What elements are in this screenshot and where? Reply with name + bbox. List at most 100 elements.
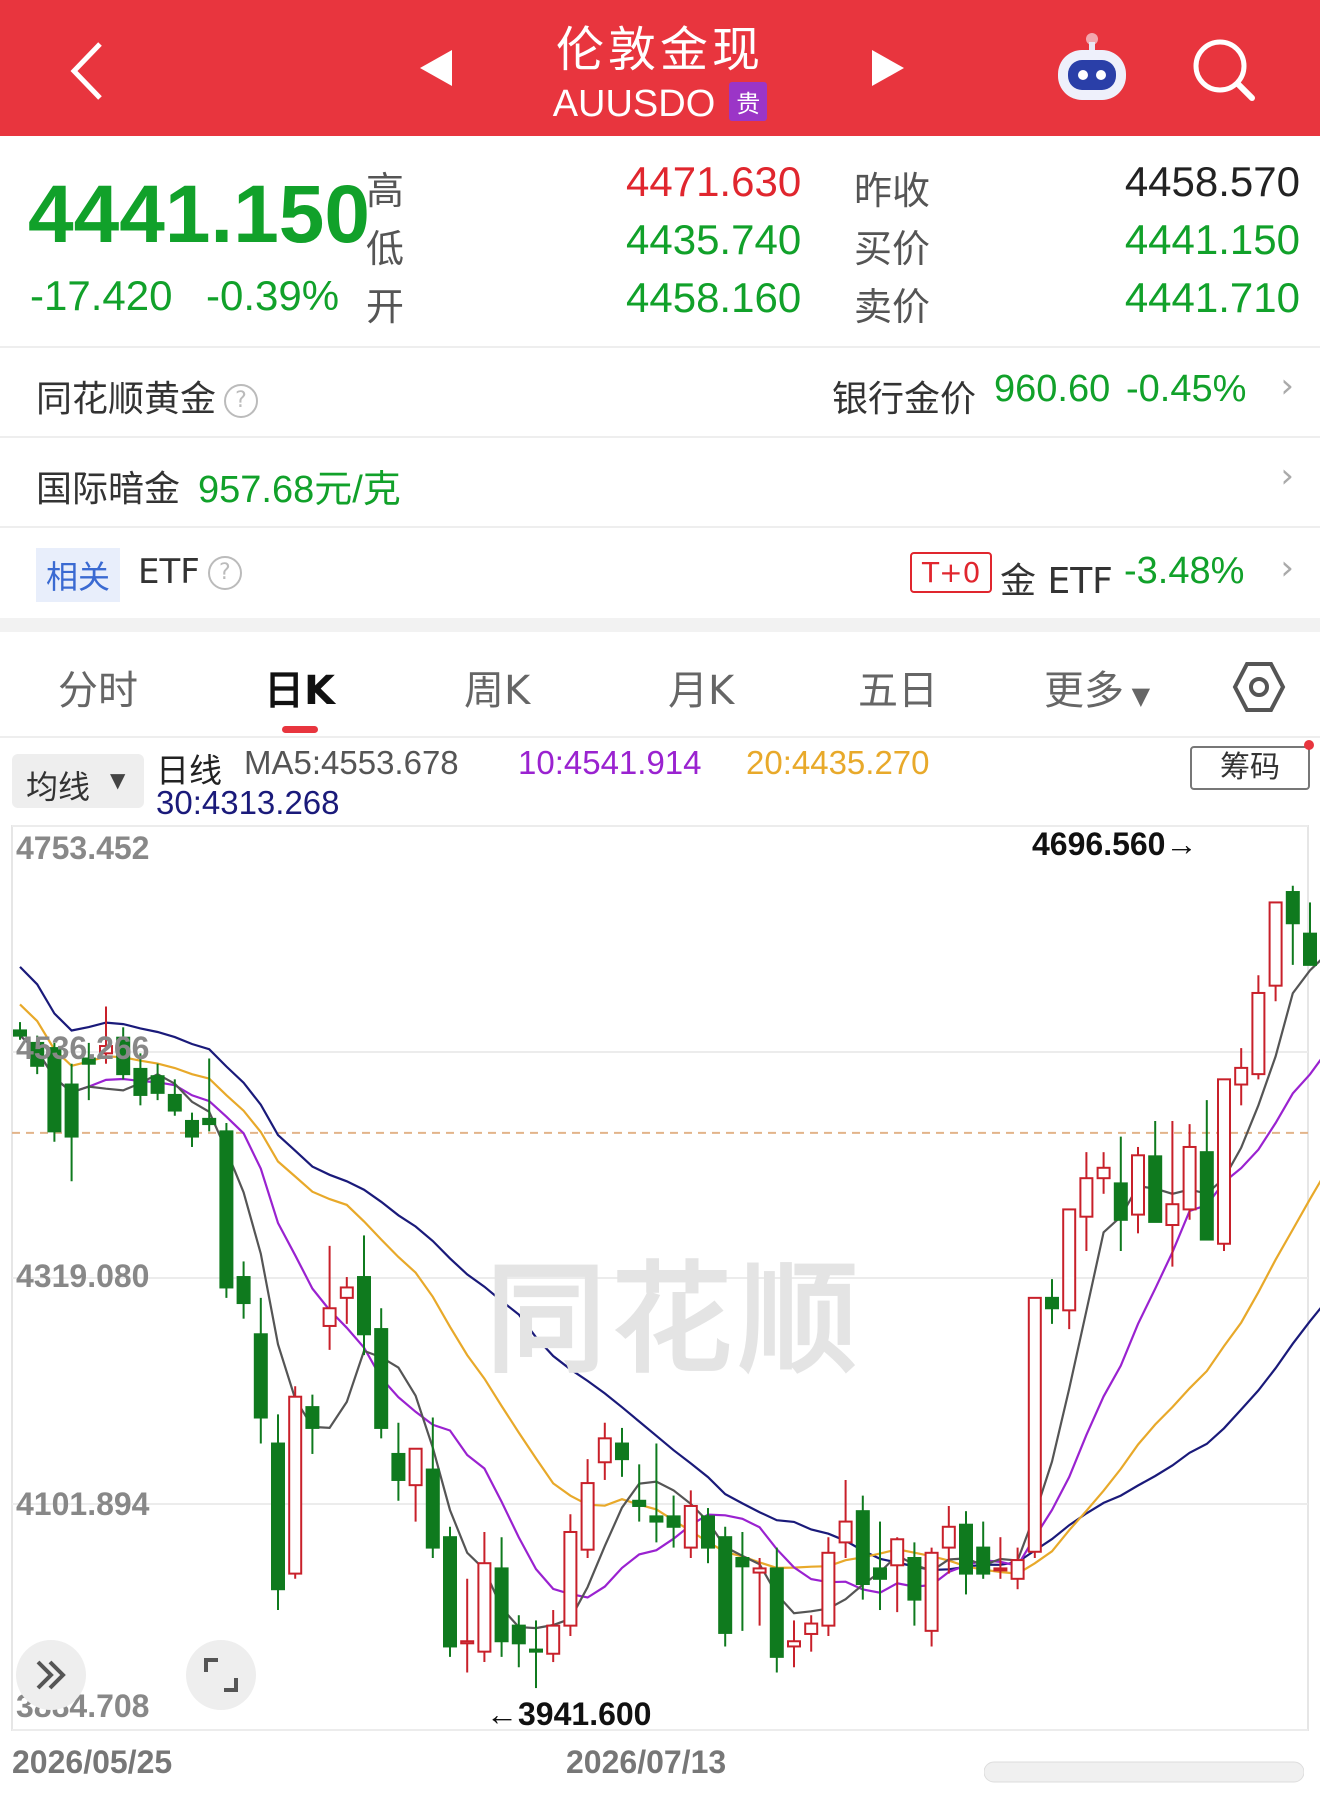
candle-body: [941, 1525, 956, 1549]
candle-body: [632, 1499, 647, 1507]
candle-body: [855, 1510, 870, 1586]
ma-select[interactable]: 均线 ▼: [12, 754, 144, 808]
candle-body: [391, 1452, 406, 1481]
candle-body: [1165, 1203, 1180, 1227]
top-bar: 伦敦金现 AUUSDO 贵: [0, 0, 1320, 136]
prev-close-value: 4458.570: [1124, 158, 1300, 205]
intl-dark-label: 国际暗金: [36, 469, 181, 510]
candle-body: [374, 1328, 389, 1429]
tab-more-label: 更多: [1044, 668, 1124, 714]
section-divider: [0, 618, 1320, 632]
candle-body: [683, 1504, 698, 1549]
min-price-marker: ←3941.600: [486, 1696, 651, 1733]
ask-value: 4441.710: [1124, 274, 1300, 321]
related-tag: 相关: [36, 548, 121, 602]
candle-body: [494, 1567, 509, 1643]
related-etf-row[interactable]: 相关 ETF? T+0 金 ETF -3.48% ›: [0, 526, 1320, 618]
candle-body: [425, 1468, 440, 1549]
candle-body: [460, 1640, 475, 1645]
ths-gold-row[interactable]: 同花顺黄金? 银行金价 960.60 -0.45% ›: [0, 346, 1320, 436]
notification-dot: [1304, 740, 1314, 750]
fullscreen-icon[interactable]: [186, 1640, 256, 1710]
gold-etf-label: 金 ETF: [1000, 561, 1113, 602]
left-arrow-icon: ←: [486, 1696, 518, 1732]
high-label: 高: [366, 169, 405, 213]
scroll-thumbnail[interactable]: [983, 1758, 1305, 1786]
tab-intraday[interactable]: 分时: [58, 658, 138, 716]
watermark: 同花顺: [486, 1251, 864, 1390]
robot-icon[interactable]: [1052, 30, 1132, 110]
candle-body: [185, 1119, 199, 1138]
ma10-value: 10:4541.914: [518, 744, 702, 781]
settings-hex-icon[interactable]: [1232, 660, 1286, 718]
right-arrow-icon: →: [1165, 826, 1198, 862]
candle-body: [1096, 1166, 1111, 1180]
bank-gold-percent: -0.45%: [1126, 368, 1247, 410]
min-price-value: 3941.600: [518, 1696, 652, 1732]
candle-body: [322, 1307, 337, 1327]
active-tab-indicator: [282, 726, 318, 733]
candle-body: [924, 1551, 939, 1632]
chevron-right-icon: ›: [1280, 366, 1294, 406]
ths-gold-title: 同花顺黄金?: [36, 370, 259, 422]
max-price-marker: 4696.560→: [1032, 826, 1197, 863]
candle-body: [1148, 1155, 1163, 1223]
candle-body: [64, 1083, 79, 1138]
candle-body: [253, 1333, 268, 1419]
candle-body: [649, 1515, 664, 1523]
candle-body: [615, 1442, 629, 1461]
ths-gold-label: 同花顺黄金: [36, 379, 217, 420]
dropdown-icon: ▼: [1124, 682, 1151, 710]
change-value: -17.420: [30, 272, 173, 319]
candle-body: [1027, 1296, 1042, 1553]
intl-dark-gold-row[interactable]: 国际暗金 957.68元/克 ›: [0, 436, 1320, 526]
tab-more[interactable]: 更多 ▼: [1044, 658, 1150, 716]
candle-body: [1079, 1177, 1094, 1218]
y-tick-label: 4536.266: [16, 1030, 150, 1066]
help-icon[interactable]: ?: [224, 384, 259, 418]
candle-body: [838, 1520, 853, 1544]
tab-daily-k[interactable]: 日K: [264, 658, 335, 716]
candle-body: [133, 1067, 148, 1096]
search-icon[interactable]: [1190, 36, 1260, 110]
candle-body: [821, 1551, 836, 1627]
candle-body: [993, 1567, 1008, 1572]
candle-body: [804, 1622, 819, 1635]
tab-monthly-k[interactable]: 月K: [668, 658, 734, 716]
high-value: 4471.630: [626, 158, 802, 205]
bank-gold-label: 银行金价: [832, 379, 977, 420]
candle-body: [236, 1276, 251, 1305]
chip-button[interactable]: 筹码: [1190, 746, 1310, 790]
candle-body: [580, 1482, 595, 1551]
prev-close-label: 昨收: [854, 169, 931, 213]
ma20-value: 20:4435.270: [746, 744, 930, 781]
candle-body: [1182, 1145, 1197, 1211]
help-icon[interactable]: ?: [207, 556, 242, 590]
candle-body: [511, 1624, 526, 1645]
candle-body: [339, 1286, 354, 1299]
candle-body: [959, 1523, 973, 1575]
x-tick-label: 2026/07/13: [566, 1744, 727, 1780]
candle-body: [288, 1395, 303, 1575]
tab-five-day[interactable]: 五日: [858, 658, 938, 716]
tab-weekly-k[interactable]: 周K: [464, 658, 530, 716]
expand-icon[interactable]: [16, 1640, 86, 1710]
candle-body: [752, 1567, 767, 1574]
candle-body: [477, 1562, 492, 1653]
symbol-code: AUUSDO: [552, 83, 716, 125]
candle-body: [443, 1536, 457, 1648]
low-label: 低: [366, 227, 405, 271]
etf-label: ETF: [138, 552, 200, 592]
candle-body: [873, 1567, 887, 1580]
chevron-right-icon: ›: [1280, 456, 1294, 496]
ma-select-label: 均线: [26, 768, 91, 806]
y-tick-label: 4319.080: [16, 1258, 150, 1294]
x-tick-label: 2026/05/25: [12, 1744, 173, 1780]
candle-body: [563, 1530, 578, 1627]
ma5-value: MA5:4553.678: [244, 744, 459, 781]
next-arrow-icon[interactable]: [870, 48, 906, 92]
candle-body: [1303, 932, 1317, 966]
bid-label: 买价: [854, 227, 931, 271]
ask-label: 卖价: [854, 285, 931, 329]
open-label: 开: [366, 285, 405, 329]
